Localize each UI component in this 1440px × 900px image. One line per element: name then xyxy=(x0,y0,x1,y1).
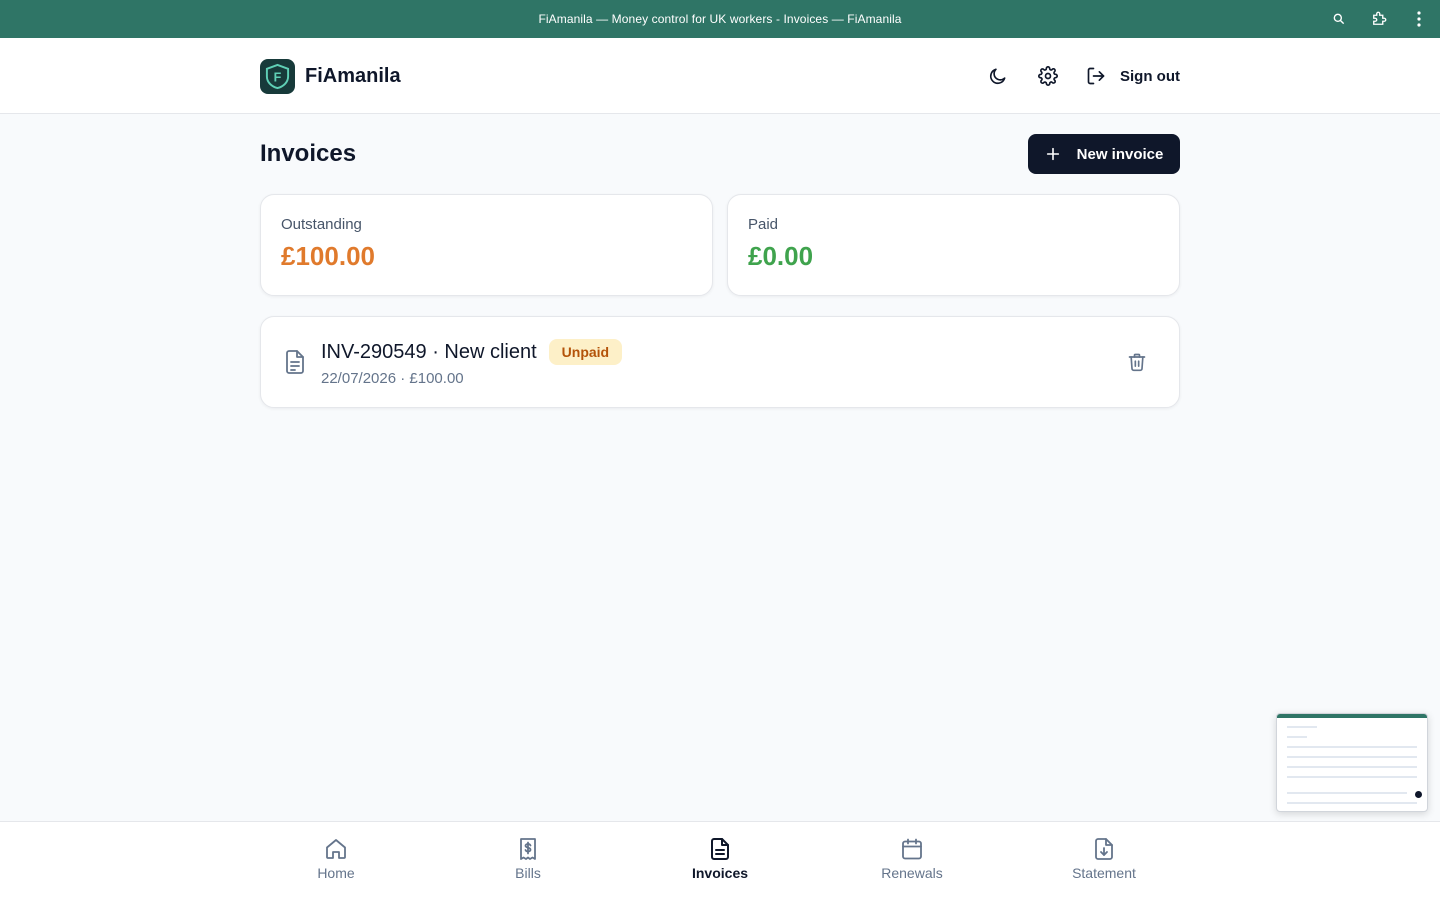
nav-item-statement[interactable]: Statement xyxy=(1049,837,1159,881)
page-preview-thumbnail[interactable] xyxy=(1276,713,1428,812)
document-icon xyxy=(286,350,304,374)
brand-logo: F xyxy=(260,58,295,94)
nav-label: Renewals xyxy=(881,865,943,881)
paid-label: Paid xyxy=(748,216,779,233)
zoom-icon[interactable] xyxy=(1328,8,1350,30)
page-title: Invoices xyxy=(260,140,357,167)
moon-icon xyxy=(989,68,1006,85)
new-invoice-button[interactable]: New invoice xyxy=(1028,134,1180,174)
sign-out-button[interactable]: Sign out xyxy=(1080,58,1180,94)
brand-name: FiAmanila xyxy=(305,64,401,87)
nav-label: Statement xyxy=(1072,865,1136,881)
status-badge: Unpaid xyxy=(548,339,623,365)
sign-out-icon xyxy=(1087,67,1105,85)
app-header: F FiAmanila Sign out xyxy=(0,38,1440,114)
invoice-list-item[interactable]: INV-290549 · New client Unpaid 22/07/202… xyxy=(260,316,1180,408)
more-icon[interactable] xyxy=(1408,8,1430,30)
trash-icon xyxy=(1128,353,1146,372)
nav-item-renewals[interactable]: Renewals xyxy=(857,837,967,881)
settings-button[interactable] xyxy=(1030,58,1066,94)
home-icon xyxy=(326,839,346,859)
plus-icon xyxy=(1046,147,1059,161)
header-actions: Sign out xyxy=(980,58,1180,94)
invoice-title: INV-290549 · New client xyxy=(321,340,537,363)
nav-item-invoices[interactable]: Invoices xyxy=(665,837,775,881)
dark-mode-toggle[interactable] xyxy=(980,58,1016,94)
nav-label: Bills xyxy=(515,865,541,881)
nav-label: Home xyxy=(317,865,355,881)
outstanding-label: Outstanding xyxy=(281,216,362,233)
outstanding-value: £100.00 xyxy=(281,241,375,271)
new-invoice-label: New invoice xyxy=(1076,145,1164,163)
browser-titlebar: FiAmanila — Money control for UK workers… xyxy=(0,0,1440,38)
nav-label: Invoices xyxy=(691,865,749,881)
extensions-icon[interactable] xyxy=(1368,8,1390,30)
download-file-icon xyxy=(1095,838,1113,860)
calendar-icon xyxy=(902,838,922,860)
window-title: FiAmanila — Money control for UK workers… xyxy=(538,12,902,26)
sign-out-label: Sign out xyxy=(1120,67,1180,85)
browser-toolbar xyxy=(1328,0,1430,38)
outstanding-card: Outstanding £100.00 xyxy=(260,194,713,296)
logo-letter: F xyxy=(274,70,282,84)
paid-card: Paid £0.00 xyxy=(727,194,1180,296)
receipt-icon xyxy=(520,838,536,860)
bottom-nav: Home Bills Invoices Renewals Statement xyxy=(0,821,1440,900)
invoice-details: INV-290549 · New client Unpaid 22/07/202… xyxy=(321,339,623,387)
nav-item-bills[interactable]: Bills xyxy=(473,837,583,881)
nav-item-home[interactable]: Home xyxy=(281,837,391,881)
invoice-meta: 22/07/2026 · £100.00 xyxy=(321,370,464,387)
document-icon xyxy=(711,838,729,860)
brand[interactable]: F FiAmanila xyxy=(260,58,401,94)
paid-value: £0.00 xyxy=(748,241,814,271)
delete-invoice-button[interactable] xyxy=(1125,350,1149,374)
gear-icon xyxy=(1038,66,1058,86)
